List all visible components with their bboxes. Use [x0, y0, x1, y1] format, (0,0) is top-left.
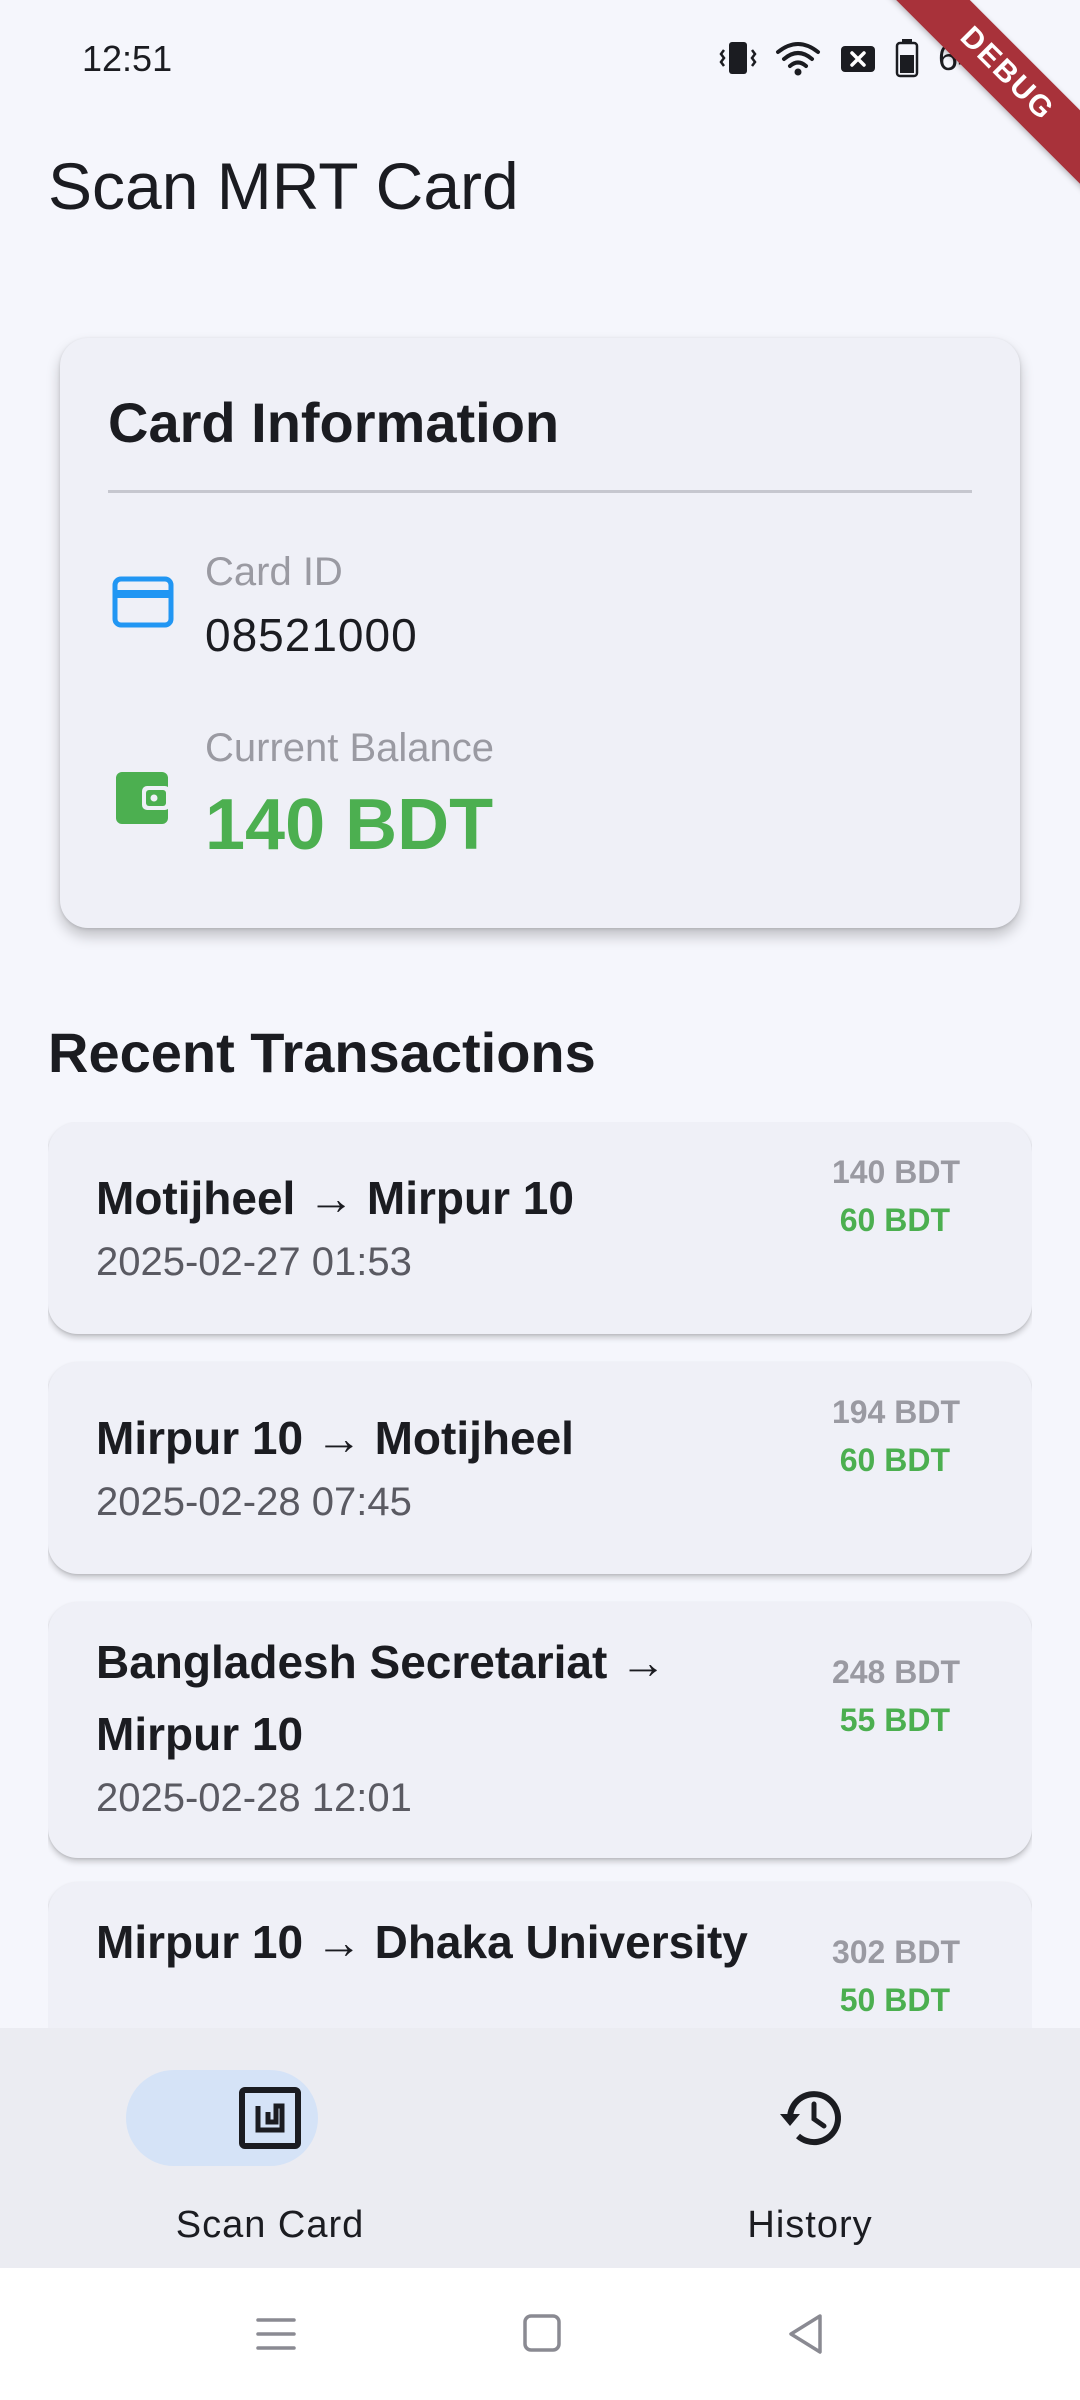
transactions-list[interactable]: Motijheel → Mirpur 10 2025-02-27 01:53 1… — [48, 1122, 1032, 2028]
transaction-route: Mirpur 10 → Dhaka University — [96, 1916, 748, 1968]
transaction-card[interactable]: Motijheel → Mirpur 10 2025-02-27 01:53 1… — [48, 1122, 1032, 1334]
nav-item-scan-card[interactable]: Scan Card — [0, 2028, 540, 2268]
recent-transactions-title: Recent Transactions — [48, 1021, 596, 1084]
transaction-card[interactable]: Mirpur 10 → Motijheel 2025-02-28 07:45 1… — [48, 1362, 1032, 1574]
status-time: 12:51 — [82, 38, 173, 79]
nfc-icon — [238, 2086, 302, 2155]
transaction-balance: 194 BDT — [831, 1394, 960, 1430]
current-balance-value: 140 BDT — [205, 785, 494, 865]
system-navigation-bar — [0, 2268, 1080, 2400]
card-information-title: Card Information — [108, 391, 560, 454]
home-icon[interactable] — [522, 2310, 562, 2363]
credit-card-icon — [112, 576, 174, 633]
transaction-balance: 140 BDT — [831, 1154, 960, 1190]
nav-label-history: History — [747, 2204, 873, 2246]
nav-label-scan-card: Scan Card — [175, 2204, 365, 2246]
nav-item-history[interactable]: History — [540, 2028, 1080, 2268]
transaction-balance: 302 BDT — [831, 1934, 960, 1970]
divider — [108, 490, 972, 493]
no-sim-icon — [838, 38, 878, 78]
screen: 12:51 DEBUG Scan MRT Card Card Informati… — [0, 0, 1080, 2400]
card-id-value: 08521000 — [205, 609, 418, 661]
history-icon — [776, 2086, 844, 2155]
transaction-route: Bangladesh Secretariat → Mirpur 10 — [96, 1636, 667, 1760]
menu-icon[interactable] — [256, 2310, 296, 2363]
transaction-date: 2025-02-28 12:01 — [96, 1776, 412, 1820]
transaction-balance: 248 BDT — [831, 1654, 960, 1690]
card-information-panel: Card Information Card ID 08521000 Curren… — [60, 338, 1020, 928]
wifi-icon — [774, 38, 822, 78]
transaction-fare: 60 BDT — [839, 1202, 950, 1238]
current-balance-label: Current Balance — [205, 726, 495, 770]
wallet-icon — [114, 770, 172, 831]
transaction-card[interactable]: Mirpur 10 → Dhaka University 302 BDT 50 … — [48, 1882, 1032, 2028]
transaction-date: 2025-02-28 07:45 — [96, 1480, 412, 1524]
transaction-route: Mirpur 10 → Motijheel — [96, 1412, 574, 1464]
transaction-date: 2025-02-27 01:53 — [96, 1240, 412, 1284]
transaction-fare: 55 BDT — [839, 1702, 950, 1738]
transaction-fare: 60 BDT — [839, 1442, 950, 1478]
transaction-fare: 50 BDT — [839, 1982, 950, 2018]
card-id-label: Card ID — [205, 550, 343, 594]
back-icon[interactable] — [786, 2310, 826, 2363]
page-title: Scan MRT Card — [48, 149, 519, 223]
transaction-card[interactable]: Bangladesh Secretariat → Mirpur 10 2025-… — [48, 1602, 1032, 1858]
transaction-route: Motijheel → Mirpur 10 — [96, 1172, 574, 1224]
vibrate-icon — [718, 38, 758, 78]
battery-icon — [894, 38, 920, 78]
bottom-navigation: Scan Card History — [0, 2028, 1080, 2268]
